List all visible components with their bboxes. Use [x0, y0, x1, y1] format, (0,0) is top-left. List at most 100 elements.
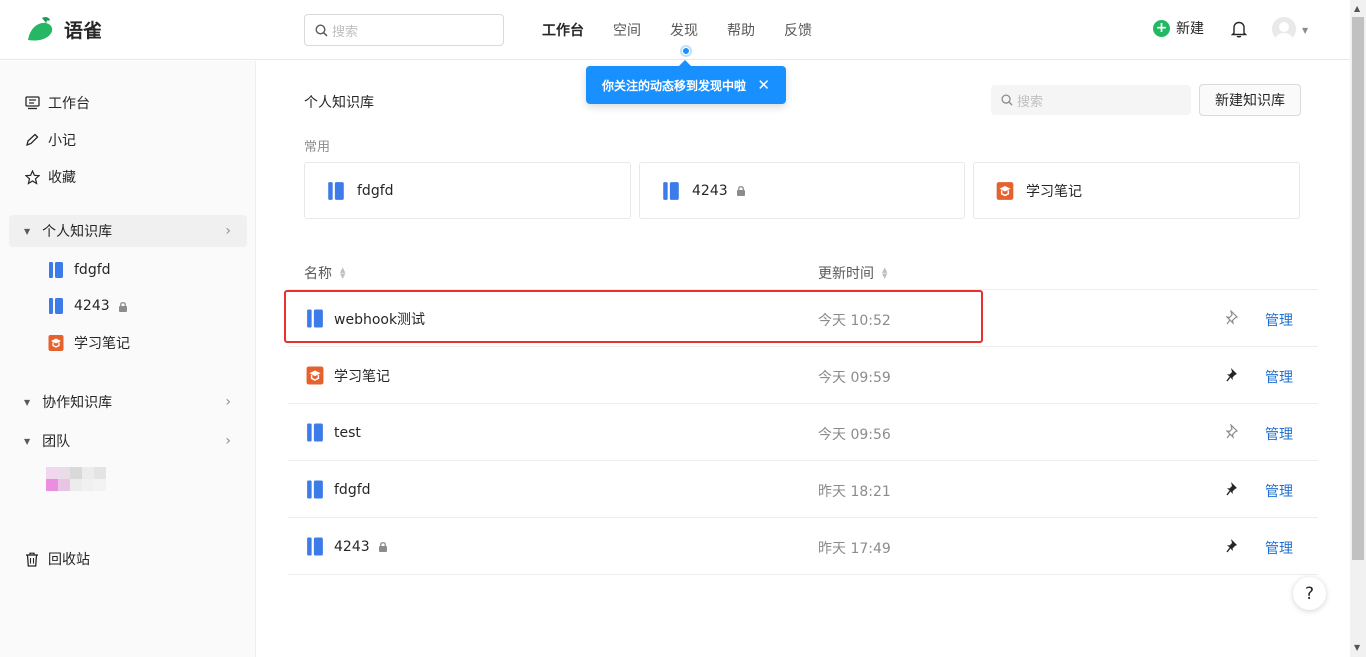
manage-link[interactable]: 管理	[1265, 367, 1293, 387]
column-header-updated[interactable]: 更新时间 ▲ ▼	[818, 263, 887, 283]
book-blue-icon	[328, 181, 344, 200]
divider	[288, 460, 1318, 461]
row-name-label: test	[334, 424, 361, 441]
common-card-4243[interactable]: 4243	[639, 162, 965, 219]
lock-icon	[118, 301, 127, 312]
sidebar-lib-label: 学习笔记	[74, 336, 130, 352]
app-name: 语雀	[64, 19, 103, 42]
table-row-name[interactable]: fdgfd	[306, 479, 371, 500]
card-label: fdgfd	[357, 182, 394, 199]
row-name-label: 4243	[334, 538, 370, 555]
common-section-label: 常用	[304, 140, 331, 155]
help-button[interactable]: ?	[1293, 577, 1326, 610]
pin-filled-icon[interactable]	[1226, 367, 1240, 383]
sidebar-item-label: 小记	[48, 133, 76, 149]
divider	[288, 403, 1318, 404]
yuque-bird-icon	[28, 16, 53, 41]
book-blue-icon	[307, 480, 323, 499]
common-card-fdgfd[interactable]: fdgfd	[304, 162, 631, 219]
pen-icon	[26, 133, 39, 147]
nav-space[interactable]: 空间	[613, 20, 641, 40]
highlight-box	[284, 290, 983, 343]
common-card-study-notes[interactable]: 学习笔记	[973, 162, 1300, 219]
sidebar-item-label: 工作台	[48, 96, 90, 112]
lock-icon	[378, 542, 387, 552]
sidebar: 工作台 小记 收藏 ▼ 个人知识库 › fdgfd 4243 学习笔记 ▼ 协作…	[0, 61, 256, 657]
logo[interactable]: 语雀	[24, 14, 102, 44]
library-search-placeholder: 搜索	[1017, 94, 1044, 110]
divider	[288, 574, 1318, 575]
bell-icon[interactable]	[1231, 20, 1247, 38]
sidebar-lib-label: fdgfd	[74, 262, 111, 278]
pin-filled-icon[interactable]	[1226, 481, 1240, 497]
pin-filled-icon[interactable]	[1226, 538, 1240, 554]
sort-icon: ▲ ▼	[882, 266, 888, 280]
book-blue-icon	[307, 423, 323, 442]
book-orange-icon	[996, 181, 1014, 200]
star-icon	[24, 169, 40, 185]
scroll-up-icon[interactable]: ▲	[1354, 4, 1360, 13]
sidebar-lib-fdgfd[interactable]: fdgfd	[48, 261, 111, 279]
book-orange-icon	[48, 335, 64, 351]
manage-link[interactable]: 管理	[1265, 481, 1293, 501]
row-updated-time: 今天 09:59	[818, 370, 891, 386]
sidebar-item-workbench[interactable]: 工作台	[24, 93, 90, 113]
pin-outline-icon[interactable]	[1226, 424, 1240, 440]
scrollbar[interactable]: ▲ ▼	[1350, 0, 1366, 657]
sidebar-group-personal[interactable]: ▼ 个人知识库 ›	[9, 215, 247, 247]
sidebar-lib-4243[interactable]: 4243	[48, 297, 128, 315]
top-header: 语雀 搜索 工作台 空间 发现 帮助 反馈 + 新建 ▼	[0, 0, 1350, 60]
close-icon[interactable]: ✕	[757, 76, 770, 94]
column-header-label: 名称	[304, 266, 332, 282]
row-name-label: 学习笔记	[334, 368, 390, 385]
caret-down-icon: ▼	[24, 436, 31, 446]
manage-link[interactable]: 管理	[1265, 538, 1293, 558]
nav-feedback[interactable]: 反馈	[784, 20, 812, 40]
sidebar-group-collab[interactable]: ▼ 协作知识库 ›	[9, 386, 247, 418]
table-row-name[interactable]: 学习笔记	[306, 365, 390, 386]
new-button-label: 新建	[1176, 21, 1204, 37]
sidebar-group-label: 协作知识库	[42, 395, 113, 411]
trash-icon	[26, 552, 38, 567]
nav-discover[interactable]: 发现	[670, 20, 698, 40]
scroll-down-icon[interactable]: ▼	[1354, 643, 1360, 652]
new-library-button[interactable]: 新建知识库	[1199, 84, 1301, 116]
sidebar-group-label: 团队	[42, 434, 71, 450]
sidebar-item-notes[interactable]: 小记	[24, 130, 76, 150]
card-label: 4243	[692, 182, 728, 199]
sidebar-item-favorites[interactable]: 收藏	[24, 167, 76, 187]
discover-tooltip: 你关注的动态移到发现中啦 ✕	[586, 60, 786, 104]
divider	[288, 517, 1318, 518]
lock-icon	[736, 186, 745, 196]
row-updated-time: 昨天 17:49	[818, 541, 891, 557]
row-updated-time: 昨天 18:21	[818, 484, 891, 500]
avatar[interactable]	[1272, 17, 1296, 41]
sidebar-item-trash[interactable]: 回收站	[24, 549, 90, 569]
team-avatar-blurred[interactable]	[36, 467, 136, 495]
table-row-name[interactable]: test	[306, 422, 361, 443]
header-search-input[interactable]: 搜索	[304, 14, 504, 46]
pin-outline-icon[interactable]	[1226, 310, 1240, 326]
nav-workbench[interactable]: 工作台	[542, 20, 584, 40]
workbench-icon	[24, 96, 40, 110]
tooltip-text: 你关注的动态移到发现中啦	[602, 78, 747, 93]
column-header-label: 更新时间	[818, 266, 874, 282]
table-row-name[interactable]: 4243	[306, 536, 388, 557]
manage-link[interactable]: 管理	[1265, 310, 1293, 330]
caret-down-icon: ▼	[24, 226, 31, 236]
library-search-input[interactable]: 搜索	[991, 85, 1191, 115]
sidebar-group-label: 个人知识库	[42, 224, 113, 240]
chevron-right-icon: ›	[225, 433, 231, 449]
book-blue-icon	[49, 298, 63, 314]
manage-link[interactable]: 管理	[1265, 424, 1293, 444]
book-blue-icon	[49, 262, 63, 278]
book-blue-icon	[307, 537, 323, 556]
new-button[interactable]: + 新建	[1153, 18, 1204, 38]
nav-help[interactable]: 帮助	[727, 20, 755, 40]
sidebar-group-team[interactable]: ▼ 团队 ›	[9, 425, 247, 457]
scrollbar-thumb[interactable]	[1352, 17, 1364, 560]
avatar-caret-icon[interactable]: ▼	[1302, 26, 1308, 35]
sidebar-lib-study-notes[interactable]: 学习笔记	[48, 333, 130, 353]
header-search-placeholder: 搜索	[332, 24, 359, 40]
column-header-name[interactable]: 名称 ▲ ▼	[304, 263, 345, 283]
